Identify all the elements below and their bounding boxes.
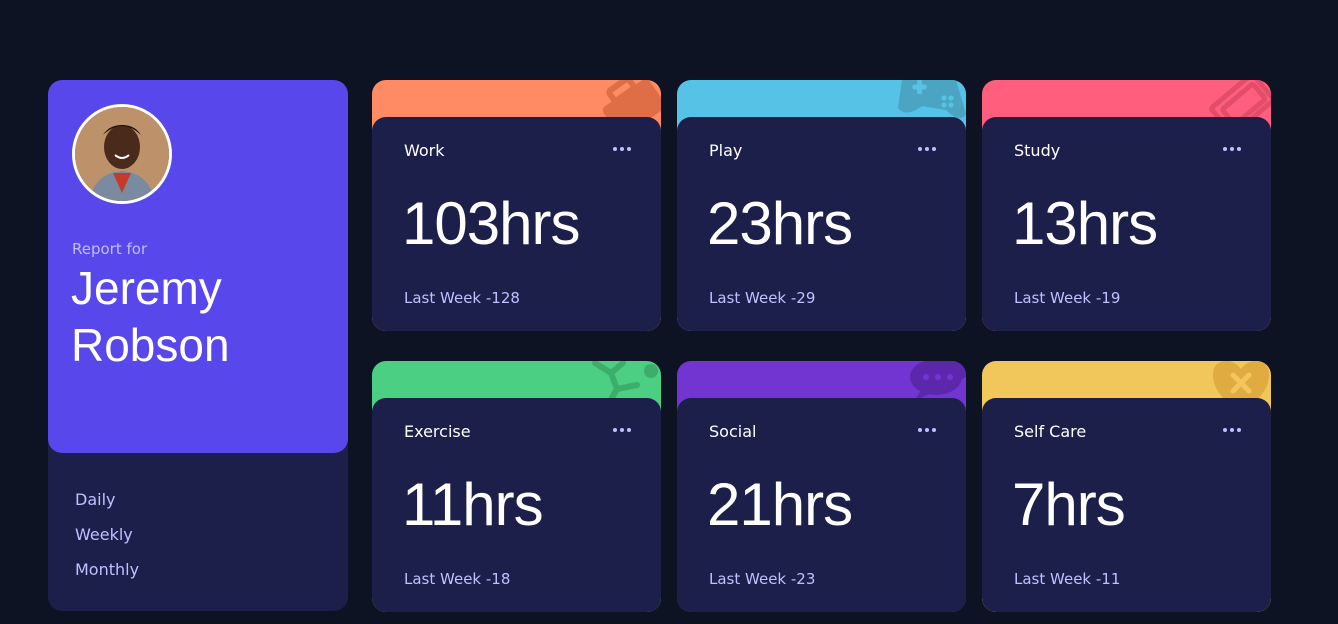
card-work: Work 103hrs Last Week -128 <box>372 80 661 331</box>
card-exercise: Exercise 11hrs Last Week -18 <box>372 361 661 612</box>
card-title: Play <box>709 141 743 160</box>
ellipsis-icon[interactable] <box>613 424 631 436</box>
current-hours: 103hrs <box>402 190 580 257</box>
current-hours: 23hrs <box>707 190 853 257</box>
period-monthly[interactable]: Monthly <box>75 559 139 594</box>
ellipsis-icon[interactable] <box>613 143 631 155</box>
previous-hours: Last Week -128 <box>404 289 520 307</box>
card-title: Social <box>709 422 757 441</box>
card-body-self-care[interactable]: Self Care 7hrs Last Week -11 <box>982 398 1271 612</box>
current-hours: 11hrs <box>402 471 544 538</box>
period-weekly[interactable]: Weekly <box>75 524 139 559</box>
profile-header: Report for Jeremy Robson <box>48 80 348 453</box>
ellipsis-icon[interactable] <box>1223 424 1241 436</box>
card-body-exercise[interactable]: Exercise 11hrs Last Week -18 <box>372 398 661 612</box>
previous-hours: Last Week -18 <box>404 570 511 588</box>
ellipsis-icon[interactable] <box>918 143 936 155</box>
card-study: Study 13hrs Last Week -19 <box>982 80 1271 331</box>
card-body-study[interactable]: Study 13hrs Last Week -19 <box>982 117 1271 331</box>
user-name: Jeremy Robson <box>71 262 230 371</box>
card-title: Exercise <box>404 422 471 441</box>
previous-hours: Last Week -29 <box>709 289 816 307</box>
card-body-social[interactable]: Social 21hrs Last Week -23 <box>677 398 966 612</box>
previous-hours: Last Week -11 <box>1014 570 1121 588</box>
period-selector: Daily Weekly Monthly <box>75 489 139 594</box>
card-title: Self Care <box>1014 422 1087 441</box>
previous-hours: Last Week -23 <box>709 570 816 588</box>
avatar-image <box>75 107 169 201</box>
period-daily[interactable]: Daily <box>75 489 139 524</box>
ellipsis-icon[interactable] <box>1223 143 1241 155</box>
card-body-work[interactable]: Work 103hrs Last Week -128 <box>372 117 661 331</box>
current-hours: 7hrs <box>1012 471 1126 538</box>
card-social: Social 21hrs Last Week -23 <box>677 361 966 612</box>
card-play: Play 23hrs Last Week -29 <box>677 80 966 331</box>
ellipsis-icon[interactable] <box>918 424 936 436</box>
previous-hours: Last Week -19 <box>1014 289 1121 307</box>
profile-card: Report for Jeremy Robson Daily Weekly Mo… <box>48 80 348 611</box>
card-body-play[interactable]: Play 23hrs Last Week -29 <box>677 117 966 331</box>
report-for-label: Report for <box>72 240 148 258</box>
card-title: Work <box>404 141 445 160</box>
current-hours: 13hrs <box>1012 190 1158 257</box>
card-self-care: Self Care 7hrs Last Week -11 <box>982 361 1271 612</box>
card-title: Study <box>1014 141 1061 160</box>
avatar <box>72 104 172 204</box>
current-hours: 21hrs <box>707 471 853 538</box>
